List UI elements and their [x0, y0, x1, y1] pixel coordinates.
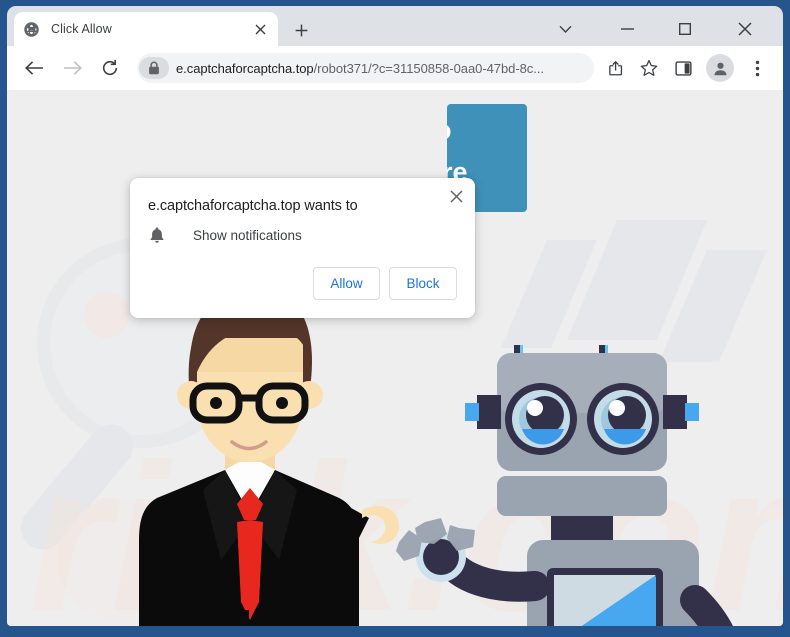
- three-dot-menu-icon: [755, 60, 759, 76]
- minimize-window-button[interactable]: [605, 12, 649, 46]
- block-button[interactable]: Block: [389, 267, 457, 300]
- browser-window: Click Allow e.captchaforcaptcha.top/robo…: [0, 0, 790, 637]
- dialog-close-button[interactable]: [443, 183, 469, 209]
- allow-button[interactable]: Allow: [313, 267, 380, 300]
- bookmark-star-icon: [640, 59, 658, 76]
- promo-card-line-1: o: [447, 110, 527, 152]
- padlock-icon: [149, 61, 159, 75]
- page-illustration: risk.com: [7, 90, 783, 626]
- back-button[interactable]: [19, 53, 49, 83]
- side-panel-icon: [674, 60, 692, 76]
- url-host: e.captchaforcaptcha.top: [176, 60, 314, 76]
- close-icon: [255, 24, 265, 34]
- tab-close-button[interactable]: [251, 20, 269, 38]
- share-button[interactable]: [600, 53, 630, 83]
- tab-strip: Click Allow: [7, 6, 783, 46]
- arrow-right-icon: [63, 61, 82, 75]
- page-viewport: risk.com: [7, 90, 783, 626]
- url-path: /robot371/?c=31150858-0aa0-47bd-8c...: [313, 60, 544, 76]
- permission-label: Show notifications: [193, 227, 302, 243]
- share-icon: [608, 60, 622, 75]
- forward-button[interactable]: [57, 53, 87, 83]
- arrow-left-icon: [24, 61, 43, 75]
- reload-icon: [102, 59, 118, 76]
- tab-title: Click Allow: [51, 22, 112, 36]
- browser-toolbar: e.captchaforcaptcha.top/robot371/?c=3115…: [7, 46, 783, 90]
- plus-icon: [295, 24, 307, 36]
- maximize-window-button[interactable]: [663, 12, 707, 46]
- profile-avatar-icon: [713, 62, 727, 75]
- notification-permission-dialog: e.captchaforcaptcha.top wants to Show no…: [130, 178, 475, 318]
- address-bar-url: e.captchaforcaptcha.top/robot371/?c=3115…: [176, 61, 594, 76]
- reload-button[interactable]: [95, 53, 125, 83]
- close-icon: [449, 189, 463, 203]
- globe-icon: [24, 21, 39, 37]
- browser-tab-click-allow[interactable]: Click Allow: [14, 12, 278, 46]
- chevron-down-icon: [558, 25, 572, 33]
- permission-row: Show notifications: [148, 226, 302, 244]
- profile-avatar[interactable]: [706, 54, 734, 82]
- close-icon: [738, 22, 752, 36]
- bookmark-button[interactable]: [634, 53, 664, 83]
- browser-menu-button[interactable]: [742, 53, 772, 83]
- address-bar[interactable]: e.captchaforcaptcha.top/robot371/?c=3115…: [137, 53, 594, 83]
- bell-icon: [150, 227, 164, 243]
- close-window-button[interactable]: [723, 12, 767, 46]
- tab-search-button[interactable]: [543, 12, 587, 46]
- side-panel-button[interactable]: [668, 53, 698, 83]
- site-security-indicator[interactable]: [139, 57, 169, 79]
- dialog-title: e.captchaforcaptcha.top wants to: [148, 198, 358, 214]
- new-tab-button[interactable]: [288, 17, 314, 43]
- minimize-icon: [620, 28, 634, 30]
- maximize-icon: [679, 23, 691, 35]
